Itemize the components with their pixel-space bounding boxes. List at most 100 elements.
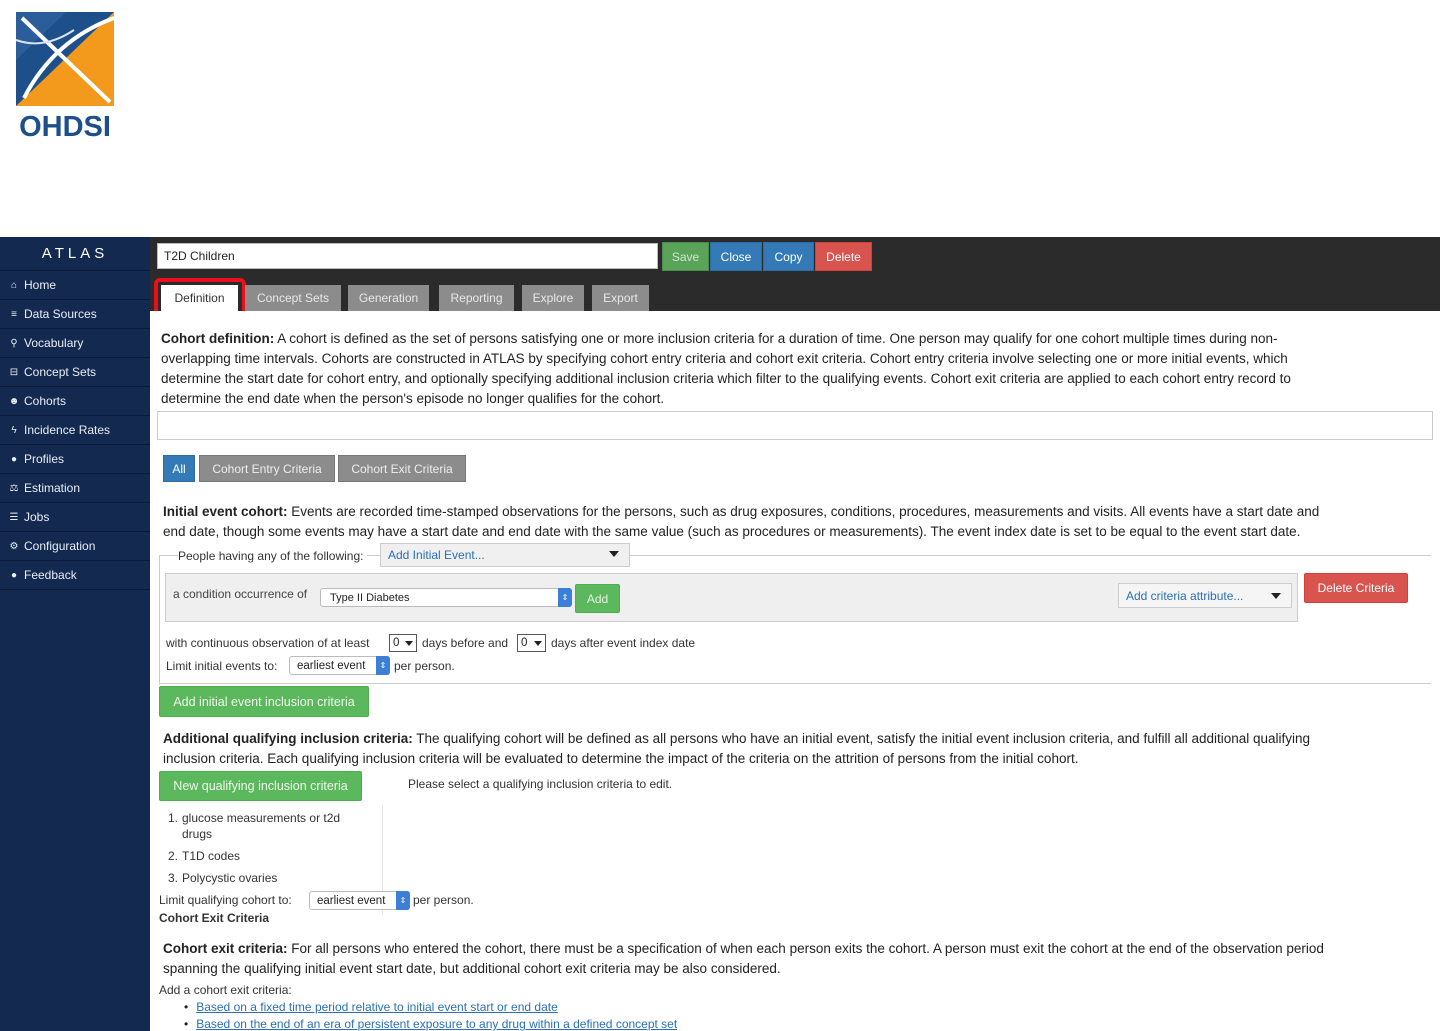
caret-down-icon xyxy=(534,641,542,646)
description-textarea[interactable] xyxy=(157,411,1433,440)
save-button[interactable]: Save xyxy=(662,242,709,271)
add-concept-button[interactable]: Add xyxy=(575,584,620,613)
sidebar-item-profiles[interactable]: ● Profiles xyxy=(0,445,150,474)
cohort-name-input[interactable] xyxy=(157,243,658,269)
cart-icon: ⊟ xyxy=(9,366,19,378)
add-initial-event-select[interactable]: Add Initial Event... xyxy=(380,543,630,567)
select-value: 0 xyxy=(393,637,400,649)
sidebar-item-label: Estimation xyxy=(24,481,81,495)
observation-suffix: days after event index date xyxy=(551,636,696,650)
section-tab-entry[interactable]: Cohort Entry Criteria xyxy=(199,455,335,482)
limit-qualifying-select[interactable]: earliest event ⇕ xyxy=(309,891,410,910)
intro-line: determine the end date when the person's… xyxy=(161,391,665,406)
caret-down-icon xyxy=(609,551,619,557)
sidebar-item-incidence-rates[interactable]: ϟ Incidence Rates xyxy=(0,416,150,445)
tab-concept-sets[interactable]: Concept Sets xyxy=(245,285,341,311)
sidebar-item-estimation[interactable]: ⚖ Estimation xyxy=(0,474,150,503)
fieldset-border xyxy=(159,555,160,685)
users-icon: ☻ xyxy=(8,395,20,407)
select-value: earliest event xyxy=(317,894,386,907)
delete-criteria-button[interactable]: Delete Criteria xyxy=(1304,573,1408,603)
copy-button[interactable]: Copy xyxy=(763,242,814,271)
limit-qualifying-label: Limit qualifying cohort to: xyxy=(159,893,292,907)
criteria-row: a condition occurrence of Type II Diabet… xyxy=(165,573,1298,622)
sidebar-item-data-sources[interactable]: ≡ Data Sources xyxy=(0,300,150,329)
section-tab-all[interactable]: All xyxy=(163,455,195,482)
sidebar-item-label: Data Sources xyxy=(24,307,97,321)
drug-era-exit-link[interactable]: Based on the end of an era of persistent… xyxy=(196,1017,677,1031)
cohort-header: Save Close Copy Delete Definition Concep… xyxy=(150,237,1440,317)
caret-down-icon xyxy=(405,641,413,646)
list-number: 1. xyxy=(168,811,179,825)
sidebar-item-cohorts[interactable]: ☻ Cohorts xyxy=(0,387,150,416)
list-number: 3. xyxy=(168,871,179,885)
exit-criteria-text: Cohort exit criteria: For all persons wh… xyxy=(163,939,1433,979)
delete-button[interactable]: Delete xyxy=(815,242,872,271)
list-icon: ☰ xyxy=(9,511,19,523)
list-number: 2. xyxy=(168,849,179,863)
sidebar-item-vocabulary[interactable]: ⚲ Vocabulary xyxy=(0,329,150,358)
ohdsi-logo: OHDSI xyxy=(14,10,118,144)
sidebar-item-label: Home xyxy=(24,278,57,292)
add-exit-label: Add a cohort exit criteria: xyxy=(159,983,292,997)
bolt-icon: ϟ xyxy=(11,424,17,436)
additional-line: The qualifying cohort will be defined as… xyxy=(412,731,1311,746)
per-person-text: per person. xyxy=(394,659,455,673)
observation-prefix: with continuous observation of at least xyxy=(166,636,370,650)
condition-label: a condition occurrence of xyxy=(173,587,308,601)
list-text: T1D codes xyxy=(182,849,241,863)
additional-title: Additional qualifying inclusion criteria… xyxy=(163,731,413,746)
sidebar-item-feedback[interactable]: ● Feedback xyxy=(0,561,150,590)
concept-set-select[interactable]: Type II Diabetes ⇕ xyxy=(320,588,572,607)
scale-icon: ⚖ xyxy=(9,482,19,494)
people-having-label: People having any of the following: xyxy=(178,549,368,563)
list-text: glucose measurements or t2d drugs xyxy=(182,811,341,841)
select-value: Add criteria attribute... xyxy=(1126,588,1244,603)
tab-reporting[interactable]: Reporting xyxy=(439,285,514,311)
exit-option: • Based on the end of an era of persisten… xyxy=(184,1017,678,1031)
new-qualifying-criteria-button[interactable]: New qualifying inclusion criteria xyxy=(159,771,362,801)
days-before-select[interactable]: 0 xyxy=(389,634,417,652)
list-item[interactable]: 1. glucose measurements or t2d drugs xyxy=(168,810,340,841)
svg-text:OHDSI: OHDSI xyxy=(19,111,111,143)
select-value: Type II Diabetes xyxy=(330,591,410,604)
search-icon: ⚲ xyxy=(10,337,18,349)
tab-export[interactable]: Export xyxy=(592,285,649,311)
exit-title: Cohort exit criteria: xyxy=(163,941,288,956)
list-item[interactable]: 2. T1D codes xyxy=(168,848,240,864)
list-item[interactable]: 3. Polycystic ovaries xyxy=(168,870,277,886)
sidebar-item-label: Jobs xyxy=(24,510,50,524)
initial-line: Events are recorded time-stamped observa… xyxy=(287,504,1320,519)
observation-mid: days before and xyxy=(422,636,509,650)
days-after-select[interactable]: 0 xyxy=(517,634,546,652)
add-initial-inclusion-button[interactable]: Add initial event inclusion criteria xyxy=(159,686,369,717)
limit-initial-select[interactable]: earliest event ⇕ xyxy=(289,656,390,675)
section-tab-exit[interactable]: Cohort Exit Criteria xyxy=(338,455,466,482)
exit-options-list: • Based on a fixed time period relative t… xyxy=(184,999,677,1031)
select-value: earliest event xyxy=(297,659,366,672)
close-button[interactable]: Close xyxy=(710,242,762,271)
tab-explore[interactable]: Explore xyxy=(522,285,584,311)
intro-title: Cohort definition: xyxy=(161,331,275,346)
sidebar-item-home[interactable]: ⌂ Home xyxy=(0,271,150,300)
add-criteria-attribute-select[interactable]: Add criteria attribute... xyxy=(1118,583,1292,608)
tab-definition[interactable]: Definition xyxy=(154,278,246,317)
exit-line: spanning the qualifying initial event st… xyxy=(163,961,781,976)
sidebar-item-label: Incidence Rates xyxy=(24,423,111,437)
tab-generation[interactable]: Generation xyxy=(348,285,429,311)
sidebar-item-label: Vocabulary xyxy=(24,336,84,350)
fixed-time-exit-link[interactable]: Based on a fixed time period relative to… xyxy=(196,1000,558,1014)
caret-down-icon xyxy=(1271,593,1281,599)
initial-title: Initial event cohort: xyxy=(163,504,288,519)
select-value: Add Initial Event... xyxy=(388,548,485,562)
select-value: 0 xyxy=(521,637,528,649)
app-brand: ATLAS xyxy=(0,237,150,271)
comment-icon: ● xyxy=(10,569,18,581)
sidebar-item-jobs[interactable]: ☰ Jobs xyxy=(0,503,150,532)
sidebar-item-label: Concept Sets xyxy=(24,365,97,379)
additional-criteria-text: Additional qualifying inclusion criteria… xyxy=(163,729,1433,769)
updown-icon: ⇕ xyxy=(558,588,572,607)
sidebar-item-configuration[interactable]: ⚙ Configuration xyxy=(0,532,150,561)
sidebar-item-concept-sets[interactable]: ⊟ Concept Sets xyxy=(0,358,150,387)
initial-line: end date, though some events may have a … xyxy=(163,524,1301,539)
